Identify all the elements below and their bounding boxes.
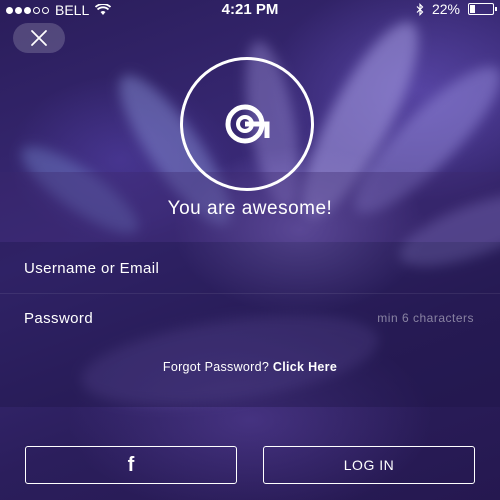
password-field[interactable]: Password min 6 characters [0, 293, 500, 343]
battery-icon [468, 3, 497, 15]
status-bar: BELL 4:21 PM 22% [0, 0, 500, 20]
battery-percent: 22% [431, 1, 460, 17]
username-placeholder: Username or Email [24, 259, 160, 277]
facebook-login-button[interactable]: f [25, 446, 237, 484]
app-logo [180, 57, 314, 191]
battery-level [470, 5, 476, 13]
login-button-label: LOG IN [343, 457, 395, 473]
forgot-password-link[interactable]: Click Here [273, 360, 337, 374]
status-right: 22% [416, 1, 497, 17]
forgot-password-text: Forgot Password? [162, 360, 270, 374]
page-title: You are awesome! [167, 198, 333, 219]
username-field[interactable]: Username or Email [0, 243, 500, 294]
forgot-password: Forgot Password? Click Here [0, 360, 500, 374]
bluetooth-icon [416, 2, 424, 16]
q-logo-icon [225, 104, 270, 144]
login-form: Username or Email Password min 6 charact… [0, 242, 500, 407]
close-icon [31, 30, 47, 46]
password-hint: min 6 characters [377, 311, 474, 325]
password-placeholder: Password [24, 309, 94, 327]
facebook-icon: f [127, 453, 135, 476]
close-button[interactable] [13, 23, 65, 53]
login-button[interactable]: LOG IN [263, 446, 475, 484]
